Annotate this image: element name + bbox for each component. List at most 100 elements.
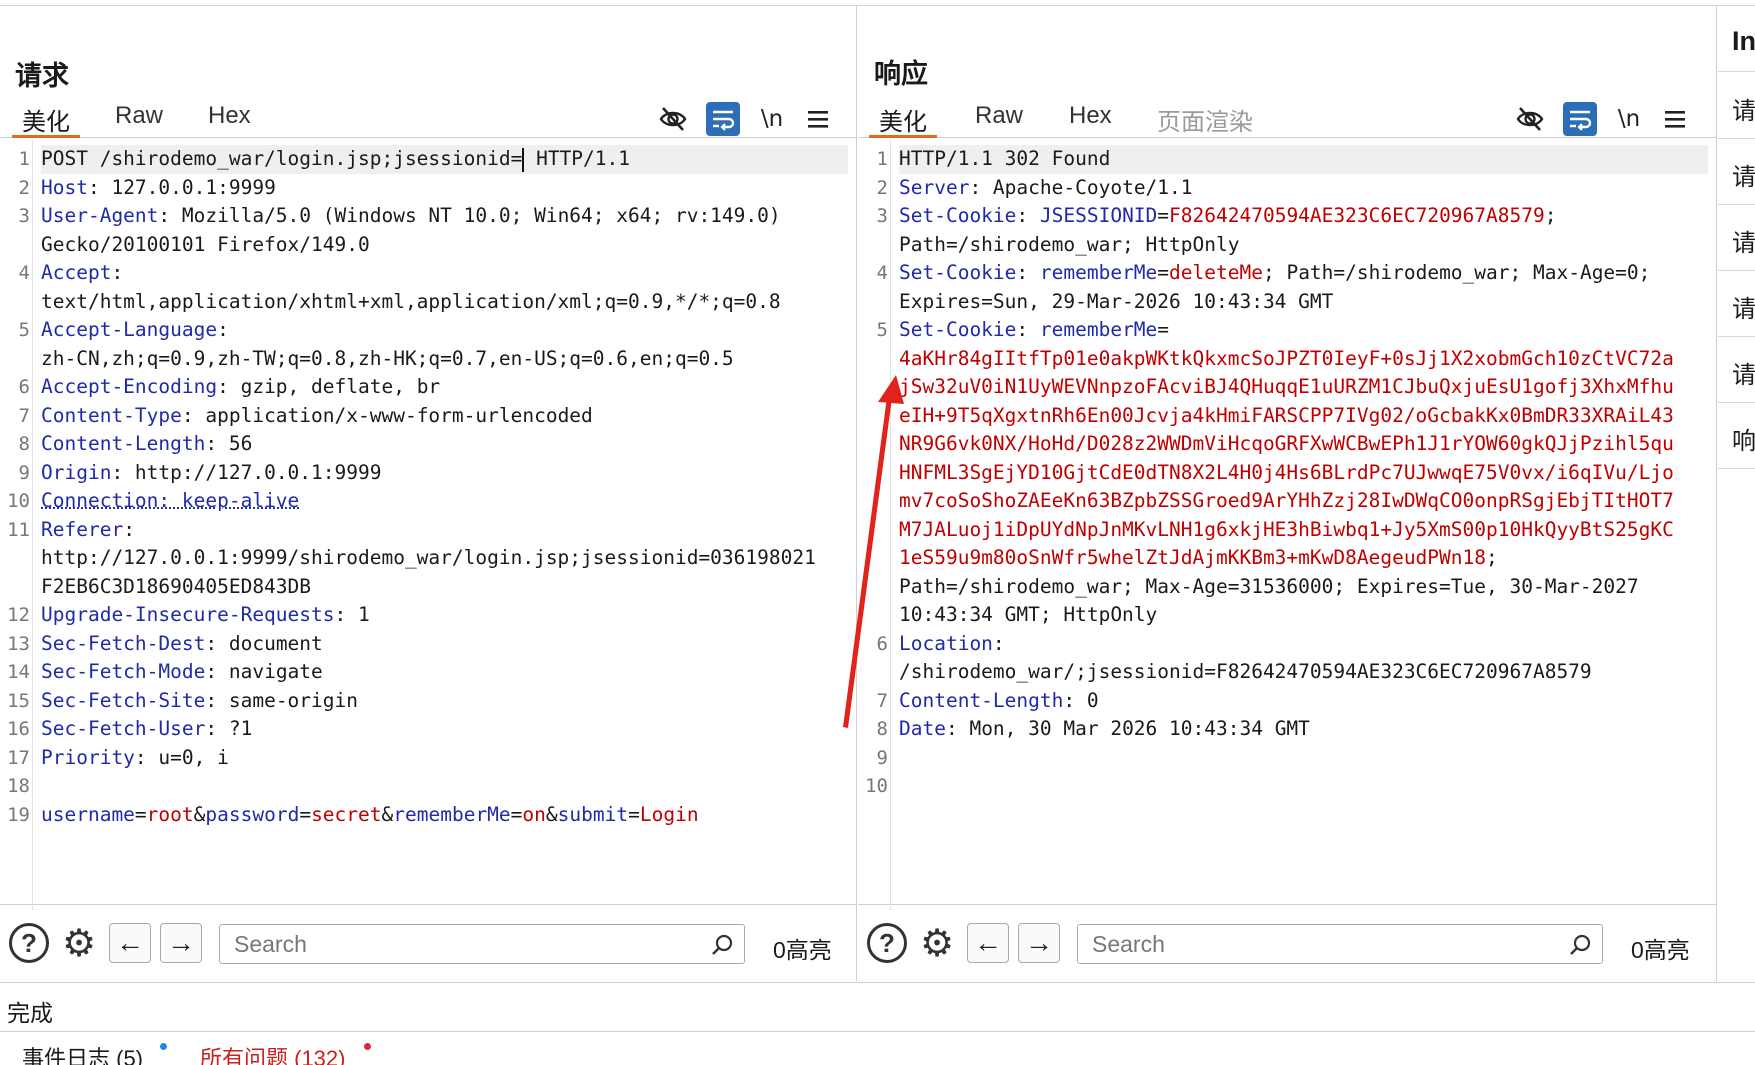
header-name: Origin xyxy=(41,461,111,484)
footer-bar: 事件日志 (5) 所有问题 (132) xyxy=(0,1033,1755,1065)
header-value: & xyxy=(546,803,558,826)
response-code-line: 1 HTTP/1.1 302 Found xyxy=(899,145,1708,174)
line-number: 3 xyxy=(0,202,30,231)
request-tab-pretty[interactable]: 美化 xyxy=(22,102,70,137)
newline-toggle-icon[interactable]: \n xyxy=(1612,102,1646,136)
menu-icon[interactable] xyxy=(801,102,835,136)
request-search-input[interactable]: Search xyxy=(219,924,745,964)
header-value: : document xyxy=(205,632,322,655)
header-name: Priority xyxy=(41,746,135,769)
request-code-line: 10 Connection: keep-alive xyxy=(41,487,848,516)
menu-icon[interactable] xyxy=(1658,102,1692,136)
header-name: User-Agent xyxy=(41,204,158,227)
line-number: 5 xyxy=(858,316,888,345)
header-name: Host xyxy=(41,176,88,199)
search-placeholder: Search xyxy=(234,931,307,957)
next-match-button[interactable]: → xyxy=(1018,923,1060,963)
header-value: HNFML3SgEjYD10GjtCdE0dTN8X2L4H0j4Hs6BLrd… xyxy=(899,461,1674,484)
response-pane: 响应 美化 Raw Hex 页面渲染 \n 1 HTTP/1.1 302 Foun… xyxy=(858,6,1717,981)
header-name: rememberMe xyxy=(1040,261,1157,284)
header-name: Connection: keep-alive xyxy=(41,489,299,512)
arrow-right-icon: → xyxy=(167,927,195,959)
response-code-line: 5 Set-Cookie: rememberMe= xyxy=(899,316,1708,345)
request-code-line: 3 User-Agent: Mozilla/5.0 (Windows NT 10.… xyxy=(41,202,848,231)
line-number: 18 xyxy=(0,772,30,801)
header-value: Path=/shirodemo_war; Max-Age=31536000; E… xyxy=(899,575,1639,598)
newline-toggle-icon[interactable]: \n xyxy=(755,102,789,136)
response-tab-hex[interactable]: Hex xyxy=(1069,102,1112,130)
event-log-link[interactable]: 事件日志 (5) xyxy=(22,1041,143,1065)
response-tab-pretty[interactable]: 美化 xyxy=(879,102,927,137)
header-name: Referer xyxy=(41,518,123,541)
header-name: Date xyxy=(899,717,946,740)
request-code-line: 8 Content-Length: 56 xyxy=(41,430,848,459)
header-value: & xyxy=(194,803,206,826)
inspector-item[interactable]: 请 xyxy=(1718,73,1755,139)
response-code-line: 3 Set-Cookie: JSESSIONID=F82642470594AE32… xyxy=(899,202,1708,231)
response-code-line: 9 xyxy=(899,744,1708,773)
line-number: 14 xyxy=(0,658,30,687)
request-tab-raw[interactable]: Raw xyxy=(115,102,163,130)
request-code-line: 5 Accept-Language: xyxy=(41,316,848,345)
response-tabbar: 美化 Raw Hex 页面渲染 \n xyxy=(858,98,1716,138)
response-code-line: 2 Server: Apache-Coyote/1.1 xyxy=(899,174,1708,203)
request-code-line: 7 Content-Type: application/x-www-form-ur… xyxy=(41,402,848,431)
request-code-line: 18 xyxy=(41,772,848,801)
response-code-line: 10 xyxy=(899,772,1708,801)
header-name: Sec-Fetch-Site xyxy=(41,689,205,712)
header-value: POST /shirodemo_war/login.jsp;jsessionid… xyxy=(41,147,522,170)
next-match-button[interactable]: → xyxy=(160,923,202,963)
header-value: jSw32uV0iN1UyWEVNnpzoFAcviBJ4QHuqqE1uURZ… xyxy=(899,375,1674,398)
status-bar: 完成 xyxy=(0,982,1755,1032)
inspector-item[interactable]: 响 xyxy=(1718,403,1755,469)
header-value: mv7coSoShoZAEeKn63BZpbZSSGroed9ArYHhZzj2… xyxy=(899,489,1674,512)
response-tab-render[interactable]: 页面渲染 xyxy=(1157,102,1253,137)
inspector-item[interactable]: 请 xyxy=(1718,139,1755,205)
request-code-line: 19 username=root&password=secret&remember… xyxy=(41,801,848,830)
header-value: text/html,application/xhtml+xml,applicat… xyxy=(41,290,781,313)
request-tab-hex[interactable]: Hex xyxy=(208,102,251,130)
hide-icon[interactable] xyxy=(1513,102,1547,136)
response-search-input[interactable]: Search xyxy=(1077,924,1603,964)
help-icon[interactable]: ? xyxy=(9,923,49,963)
request-title: 请求 xyxy=(15,54,69,93)
response-code-line: Path=/shirodemo_war; HttpOnly xyxy=(899,231,1708,260)
response-code-line: 1eS59u9m80oSnWfr5whelZtJdAjmKKBm3+mKwD8A… xyxy=(899,544,1708,573)
wrap-lines-icon[interactable] xyxy=(706,102,740,136)
event-log-dot xyxy=(160,1043,167,1050)
help-icon[interactable]: ? xyxy=(867,923,907,963)
wrap-lines-icon[interactable] xyxy=(1563,102,1597,136)
line-number: 4 xyxy=(0,259,30,288)
request-code-line: 13 Sec-Fetch-Dest: document xyxy=(41,630,848,659)
inspector-item[interactable]: 请 xyxy=(1718,205,1755,271)
search-placeholder: Search xyxy=(1092,931,1165,957)
line-number: 5 xyxy=(0,316,30,345)
hide-icon[interactable] xyxy=(656,102,690,136)
line-number: 7 xyxy=(0,402,30,431)
prev-match-button[interactable]: ← xyxy=(967,923,1009,963)
gear-icon[interactable]: ⚙ xyxy=(57,921,101,965)
inspector-title: In xyxy=(1718,6,1755,72)
header-name: Content-Length xyxy=(899,689,1063,712)
header-value: = xyxy=(1157,261,1169,284)
header-name: Sec-Fetch-Dest xyxy=(41,632,205,655)
header-value: : http://127.0.0.1:9999 xyxy=(111,461,381,484)
line-number: 4 xyxy=(858,259,888,288)
header-name: Accept-Language xyxy=(41,318,217,341)
response-editor[interactable]: 1 HTTP/1.1 302 Found 2 Server: Apache-Coyot… xyxy=(858,140,1716,910)
response-tab-raw[interactable]: Raw xyxy=(975,102,1023,130)
gear-icon[interactable]: ⚙ xyxy=(915,921,959,965)
line-number: 6 xyxy=(0,373,30,402)
line-number: 8 xyxy=(0,430,30,459)
request-editor[interactable]: 1 POST /shirodemo_war/login.jsp;jsessioni… xyxy=(0,140,856,910)
arrow-left-icon: ← xyxy=(116,927,144,959)
inspector-item[interactable]: 请 xyxy=(1718,271,1755,337)
header-value: HTTP/1.1 xyxy=(524,147,630,170)
header-value: 4aKHr84gIItfTp01e0akpWKtkQkxmcSoJPZT0Iey… xyxy=(899,347,1674,370)
inspector-item[interactable]: 请 xyxy=(1718,337,1755,403)
prev-match-button[interactable]: ← xyxy=(109,923,151,963)
line-number: 1 xyxy=(0,145,30,174)
line-number: 2 xyxy=(0,174,30,203)
all-issues-link[interactable]: 所有问题 (132) xyxy=(200,1041,345,1065)
line-number: 16 xyxy=(0,715,30,744)
